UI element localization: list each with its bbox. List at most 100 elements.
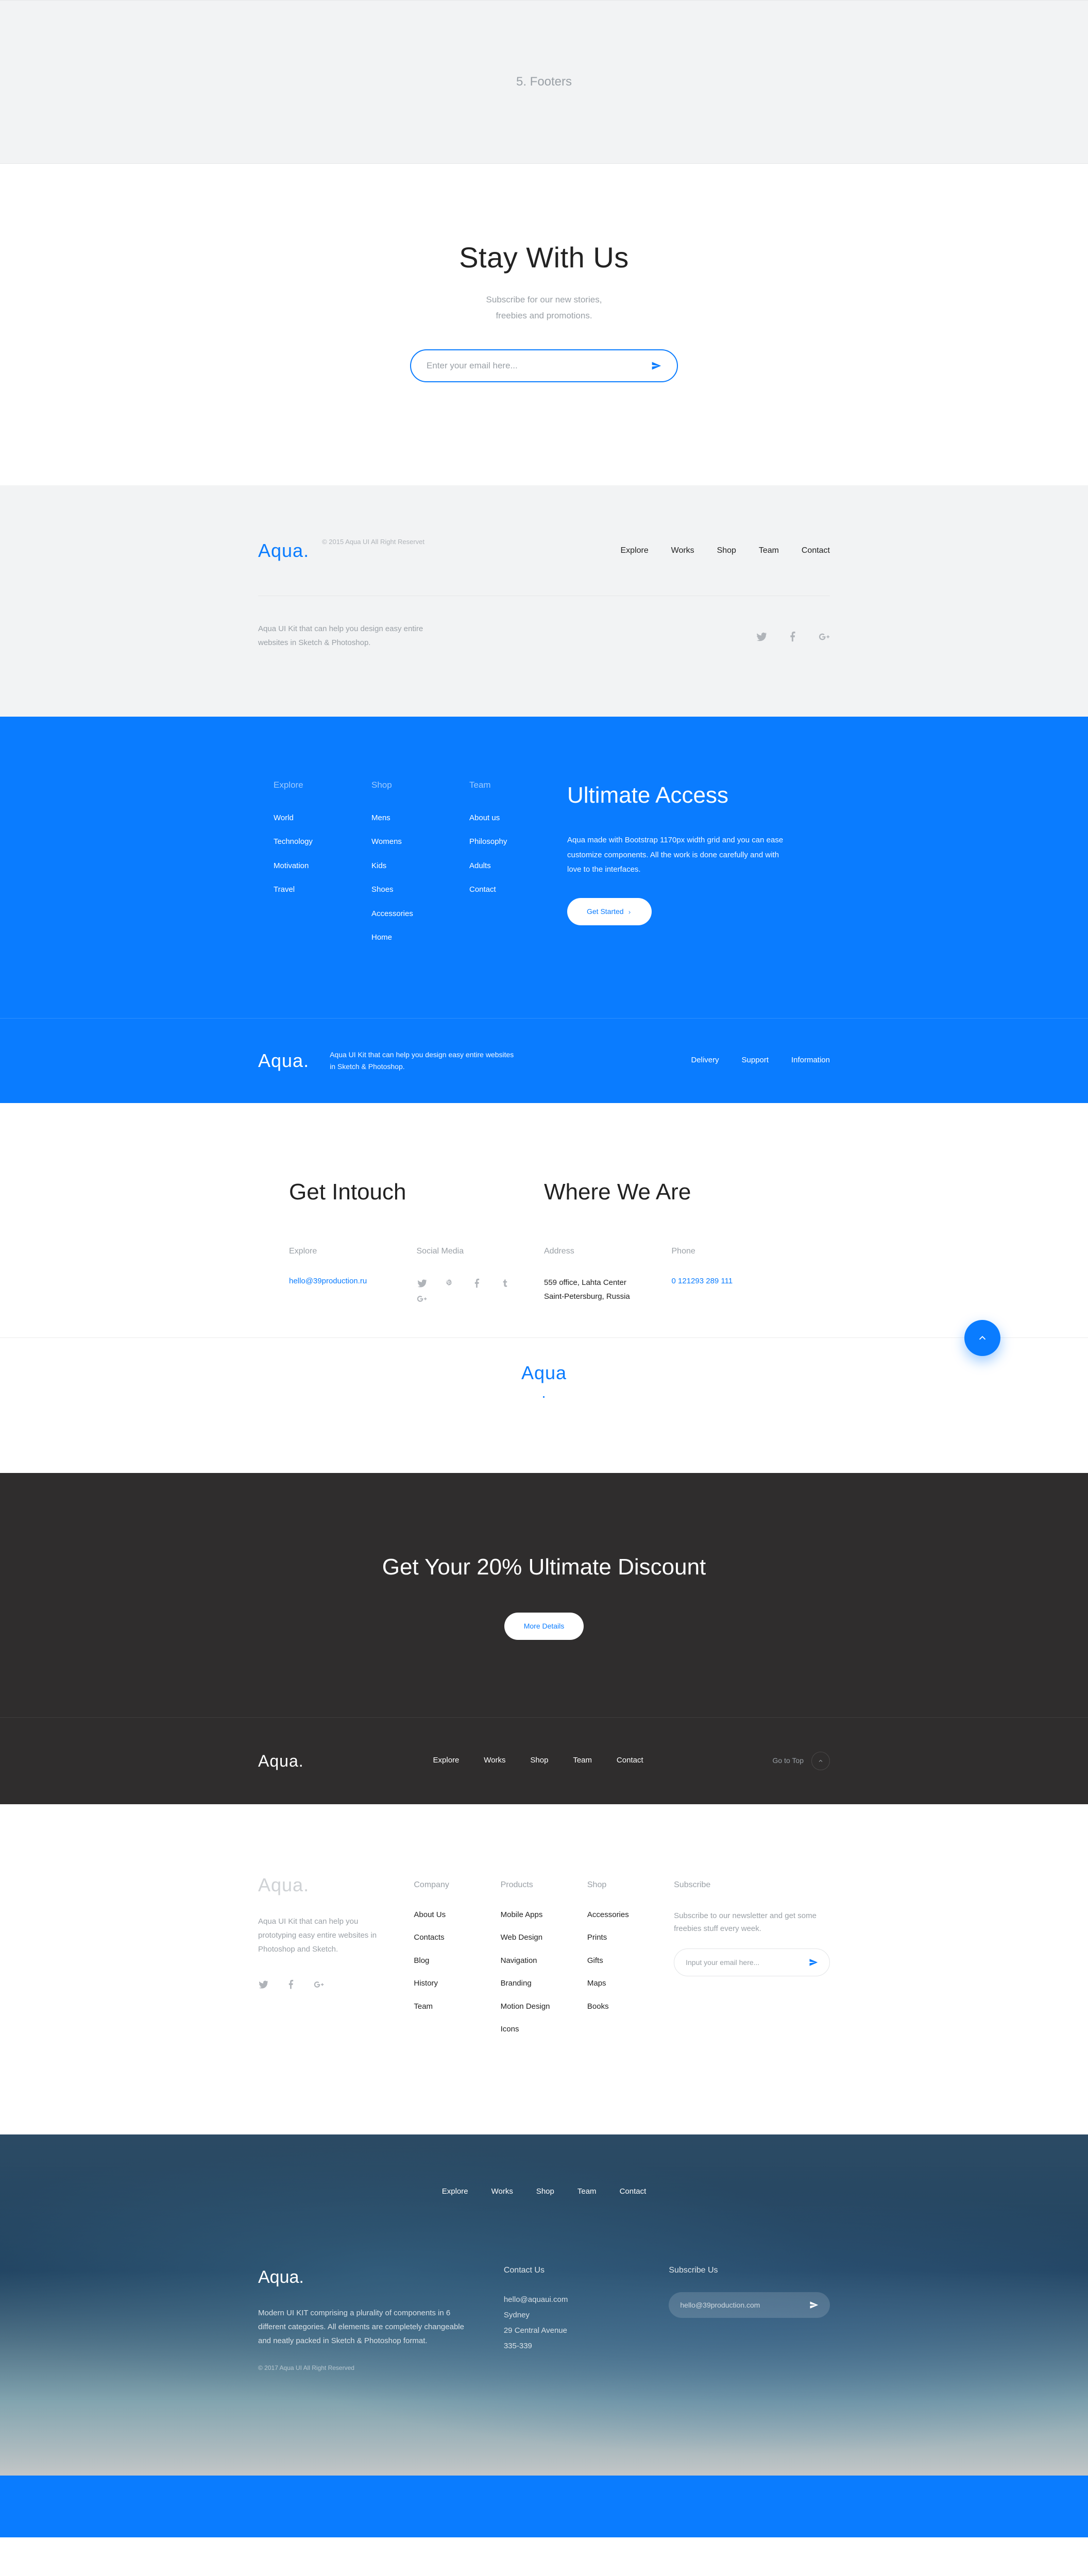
link-item[interactable]: Technology bbox=[274, 836, 371, 848]
blue-strip bbox=[0, 2476, 1088, 2537]
nav-works[interactable]: Works bbox=[671, 546, 694, 555]
list-item[interactable]: Team bbox=[414, 2001, 500, 2013]
contact-email[interactable]: hello@39production.ru bbox=[289, 1277, 367, 1285]
facebook-icon[interactable] bbox=[286, 1979, 296, 1990]
photo-subscribe-input[interactable] bbox=[680, 2301, 809, 2309]
link-item[interactable]: Philosophy bbox=[469, 836, 567, 848]
phone-value[interactable]: 0 121293 289 111 bbox=[672, 1277, 733, 1285]
email-subscribe-field[interactable] bbox=[410, 349, 678, 382]
nav-team[interactable]: Team bbox=[577, 2186, 597, 2198]
col-head-shop: Shop bbox=[587, 1871, 674, 1891]
subscribe-head: Subscribe bbox=[674, 1871, 830, 1891]
link-item[interactable]: Adults bbox=[469, 860, 567, 872]
link-item[interactable]: Travel bbox=[274, 884, 371, 896]
where-we-are-title: Where We Are bbox=[544, 1175, 799, 1209]
nav-team[interactable]: Team bbox=[573, 1756, 592, 1765]
nav-shop[interactable]: Shop bbox=[530, 1756, 548, 1765]
footer-photo: Explore Works Shop Team Contact Aqua. Mo… bbox=[0, 2134, 1088, 2476]
phone-label: Phone bbox=[672, 1245, 800, 1258]
list-item[interactable]: History bbox=[414, 1978, 500, 1990]
copyright: © 2015 Aqua UI All Right Reservet bbox=[322, 537, 424, 565]
footer-white-contact: Get Intouch Explore hello@39production.r… bbox=[0, 1103, 1088, 1473]
subscribe-input[interactable] bbox=[686, 1958, 809, 1967]
get-intouch-title: Get Intouch bbox=[289, 1175, 544, 1209]
facebook-icon[interactable] bbox=[787, 630, 798, 642]
contact-list: hello@aquaui.com Sydney 29 Central Avenu… bbox=[504, 2292, 638, 2354]
link-item[interactable]: Mens bbox=[371, 812, 469, 824]
twitter-icon[interactable] bbox=[417, 1278, 427, 1289]
col-head-team: Team bbox=[469, 778, 567, 792]
link-item[interactable]: Womens bbox=[371, 836, 469, 848]
link-item[interactable]: Kids bbox=[371, 860, 469, 872]
logo: Aqua. bbox=[258, 1047, 309, 1075]
photo-subscribe-field[interactable] bbox=[669, 2292, 830, 2318]
link-item[interactable]: Accessories bbox=[371, 908, 469, 920]
nav-shop[interactable]: Shop bbox=[536, 2186, 554, 2198]
list-item[interactable]: About Us bbox=[414, 1909, 500, 1921]
footer-blurb: Aqua UI Kit that can help you design eas… bbox=[258, 622, 444, 650]
nav-shop[interactable]: Shop bbox=[717, 546, 736, 555]
blue-bar-links: Delivery Support Information bbox=[670, 1055, 830, 1066]
tumblr-icon[interactable] bbox=[500, 1278, 510, 1289]
footer-white-4col: Aqua. Aqua UI Kit that can help you prot… bbox=[0, 1804, 1088, 2134]
nav-works[interactable]: Works bbox=[491, 2186, 513, 2198]
gplus-icon[interactable] bbox=[819, 630, 830, 642]
subscribe-text: Subscribe to our newsletter and get some… bbox=[674, 1909, 830, 1936]
nav-team[interactable]: Team bbox=[759, 546, 779, 555]
twitter-icon[interactable] bbox=[756, 630, 767, 642]
get-started-button[interactable]: Get Started bbox=[567, 898, 652, 925]
nav-works[interactable]: Works bbox=[484, 1756, 505, 1765]
nav-contact[interactable]: Contact bbox=[802, 546, 830, 555]
subscribe-us-head: Subscribe Us bbox=[669, 2264, 830, 2277]
link-item[interactable]: Motivation bbox=[274, 860, 371, 872]
link-item[interactable]: Shoes bbox=[371, 884, 469, 896]
send-icon[interactable] bbox=[651, 361, 661, 371]
list-item[interactable]: Books bbox=[587, 2001, 674, 2013]
discount-title: Get Your 20% Ultimate Discount bbox=[0, 1550, 1088, 1584]
list-item[interactable]: Mobile Apps bbox=[501, 1909, 587, 1921]
pinterest-icon[interactable] bbox=[444, 1278, 454, 1289]
link-item[interactable]: Home bbox=[371, 932, 469, 944]
send-icon[interactable] bbox=[809, 1958, 818, 1967]
link-item[interactable]: About us bbox=[469, 812, 567, 824]
link-information[interactable]: Information bbox=[791, 1056, 830, 1064]
list-item[interactable]: Navigation bbox=[501, 1955, 587, 1967]
col-head-shop: Shop bbox=[371, 778, 469, 792]
logo: Aqua. bbox=[258, 537, 309, 565]
list-item[interactable]: Icons bbox=[501, 2024, 587, 2036]
link-delivery[interactable]: Delivery bbox=[691, 1056, 719, 1064]
social-label: Social Media bbox=[417, 1245, 545, 1258]
list-item[interactable]: Maps bbox=[587, 1978, 674, 1990]
twitter-icon[interactable] bbox=[258, 1979, 268, 1990]
link-item[interactable]: World bbox=[274, 812, 371, 824]
list-item[interactable]: Web Design bbox=[501, 1932, 587, 1944]
gplus-icon[interactable] bbox=[314, 1979, 324, 1990]
list-item[interactable]: Motion Design bbox=[501, 2001, 587, 2013]
list-item[interactable]: Branding bbox=[501, 1978, 587, 1990]
link-item[interactable]: Contact bbox=[469, 884, 567, 896]
list-item[interactable]: Contacts bbox=[414, 1932, 500, 1944]
footer-nav: Explore Works Shop Team Contact bbox=[600, 545, 830, 557]
nav-explore[interactable]: Explore bbox=[442, 2186, 468, 2198]
list-item[interactable]: Prints bbox=[587, 1932, 674, 1944]
back-to-top-button[interactable] bbox=[964, 1320, 1000, 1356]
list-item[interactable]: Blog bbox=[414, 1955, 500, 1967]
gplus-icon[interactable] bbox=[417, 1293, 427, 1304]
facebook-icon[interactable] bbox=[472, 1278, 482, 1289]
nav-contact[interactable]: Contact bbox=[617, 1756, 643, 1765]
nav-contact[interactable]: Contact bbox=[620, 2186, 647, 2198]
nav-explore[interactable]: Explore bbox=[621, 546, 649, 555]
subscribe-field[interactable] bbox=[674, 1948, 830, 1976]
nav-explore[interactable]: Explore bbox=[433, 1756, 460, 1765]
list-item[interactable]: Accessories bbox=[587, 1909, 674, 1921]
address-label: Address bbox=[544, 1245, 672, 1258]
col-head-explore: Explore bbox=[274, 778, 371, 792]
link-support[interactable]: Support bbox=[742, 1056, 769, 1064]
email-input[interactable] bbox=[427, 361, 651, 371]
list-item[interactable]: Gifts bbox=[587, 1955, 674, 1967]
section-header-label: 5. Footers bbox=[516, 75, 572, 89]
send-icon[interactable] bbox=[809, 2300, 819, 2310]
more-details-button[interactable]: More Details bbox=[504, 1613, 584, 1640]
go-to-top[interactable]: Go to Top bbox=[773, 1752, 830, 1770]
back-to-top-divider: Aqua. bbox=[0, 1337, 1088, 1401]
